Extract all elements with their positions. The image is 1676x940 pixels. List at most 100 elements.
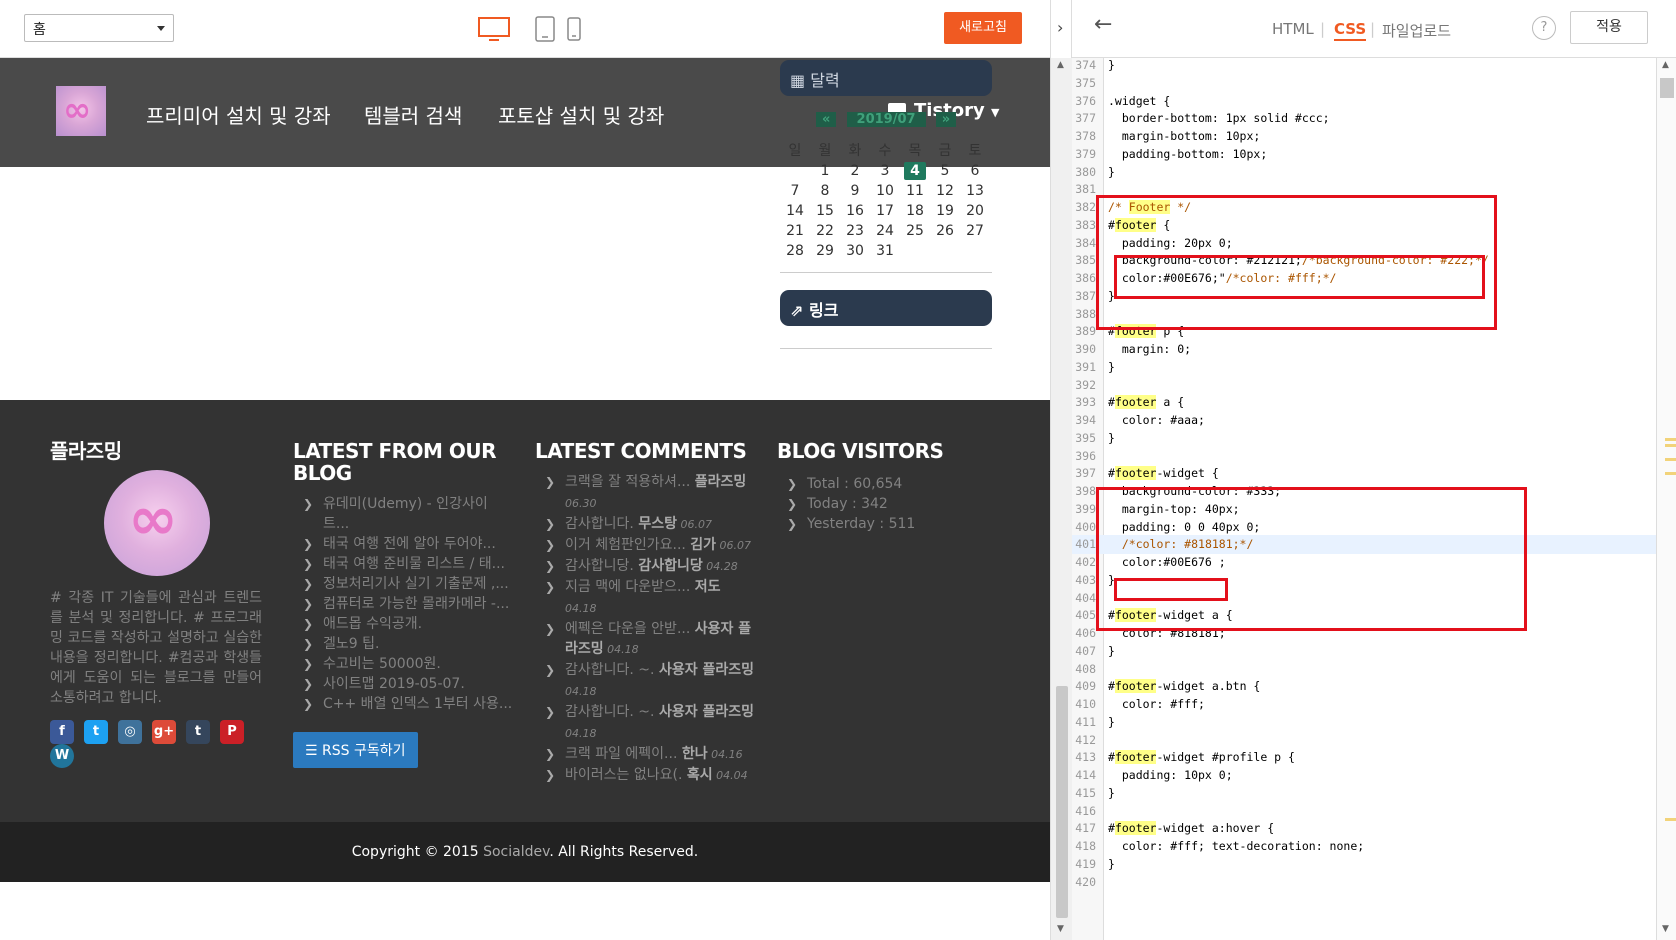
latest-comment-item[interactable]: 크랙을 잘 적용하셔... 플라즈밍 06.30 <box>535 472 755 514</box>
calendar-next-button[interactable]: » <box>935 112 957 127</box>
calendar-day[interactable]: 15 <box>810 202 840 220</box>
back-arrow-icon[interactable]: ← <box>1094 12 1112 37</box>
calendar-day[interactable]: 29 <box>810 242 840 260</box>
pinterest-icon[interactable]: P <box>220 720 244 744</box>
copyright-brand-link[interactable]: Socialdev <box>483 844 549 860</box>
nav-link-photoshop[interactable]: 포토샵 설치 및 강좌 <box>498 100 664 129</box>
calendar-day[interactable]: 1 <box>810 162 840 180</box>
code-line[interactable]: 410 color: #fff; <box>1072 695 1656 714</box>
calendar-day[interactable]: 14 <box>780 202 810 220</box>
nav-link-premiere[interactable]: 프리미어 설치 및 강좌 <box>146 100 331 129</box>
code-line[interactable]: 391} <box>1072 358 1656 377</box>
latest-blog-item[interactable]: 겔노9 팁. <box>293 634 513 654</box>
latest-blog-item[interactable]: 태국 여행 준비물 리스트 / 태... <box>293 554 513 574</box>
desktop-view-icon[interactable] <box>478 16 510 42</box>
preview-scrollbar[interactable]: ▲ ▼ <box>1050 58 1072 940</box>
calendar-day[interactable]: 8 <box>810 182 840 200</box>
calendar-day[interactable]: 23 <box>840 222 870 240</box>
code-scrollbar-thumb[interactable] <box>1660 78 1674 98</box>
calendar-day[interactable]: 21 <box>780 222 810 240</box>
latest-comment-item[interactable]: 이거 체험판인가요... 김가 06.07 <box>535 535 755 556</box>
latest-comment-item[interactable]: 감사합니다. ~. 사용자 플라즈밍 04.18 <box>535 660 755 702</box>
calendar-day[interactable]: 16 <box>840 202 870 220</box>
calendar-day[interactable]: 13 <box>960 182 990 200</box>
code-line[interactable]: 418 color: #fff; text-decoration: none; <box>1072 837 1656 856</box>
latest-blog-item[interactable]: 사이트맵 2019-05-07. <box>293 674 513 694</box>
latest-comment-item[interactable]: 감사합니다. ~. 사용자 플라즈밍 04.18 <box>535 702 755 744</box>
code-scrollbar[interactable]: ▲ ▼ <box>1656 58 1676 940</box>
calendar-day[interactable]: 7 <box>780 182 810 200</box>
calendar-day[interactable]: 30 <box>840 242 870 260</box>
code-line[interactable]: 416 <box>1072 802 1656 821</box>
code-line[interactable]: 420 <box>1072 873 1656 892</box>
code-line[interactable]: 380} <box>1072 163 1656 182</box>
tab-html[interactable]: HTML <box>1272 20 1314 38</box>
latest-blog-item[interactable]: C++ 배열 인덱스 1부터 사용... <box>293 694 513 714</box>
code-line[interactable]: 417 #footer-widget a:hover { <box>1072 819 1656 838</box>
calendar-day[interactable]: 11 <box>900 182 930 200</box>
calendar-day[interactable]: 9 <box>840 182 870 200</box>
twitter-icon[interactable]: t <box>84 720 108 744</box>
google-plus-icon[interactable]: g+ <box>152 720 176 744</box>
calendar-day[interactable]: 12 <box>930 182 960 200</box>
calendar-day[interactable]: 25 <box>900 222 930 240</box>
tab-file-upload[interactable]: 파일업로드 <box>1382 20 1451 41</box>
tablet-view-icon[interactable] <box>534 16 556 42</box>
code-line[interactable]: 397 #footer-widget { <box>1072 464 1656 483</box>
refresh-button[interactable]: 새로고침 <box>944 12 1022 44</box>
latest-blog-item[interactable]: 정보처리기사 실기 기출문제 ,... <box>293 574 513 594</box>
link-widget-header[interactable]: ⇗ 링크 <box>780 290 992 326</box>
calendar-day[interactable]: 27 <box>960 222 990 240</box>
calendar-day[interactable]: 3 <box>870 162 900 180</box>
code-line[interactable]: 409 #footer-widget a.btn { <box>1072 677 1656 696</box>
help-button[interactable]: ? <box>1532 16 1556 40</box>
code-line[interactable]: 393 #footer a { <box>1072 393 1656 412</box>
facebook-icon[interactable]: f <box>50 720 74 744</box>
latest-blog-item[interactable]: 애드몹 수익공개. <box>293 614 513 634</box>
preview-scrollbar-thumb[interactable] <box>1056 686 1068 918</box>
code-line[interactable]: 392 <box>1072 376 1656 395</box>
instagram-icon[interactable]: ◎ <box>118 720 142 744</box>
latest-comment-item[interactable]: 감사합니다. 무스탕 06.07 <box>535 514 755 535</box>
calendar-day[interactable]: 18 <box>900 202 930 220</box>
latest-comment-item[interactable]: 에펙은 다운을 안받... 사용자 플라즈밍 04.18 <box>535 619 755 660</box>
rss-subscribe-button[interactable]: ☰ RSS 구독하기 <box>293 732 418 768</box>
code-line[interactable]: 414 padding: 10px 0; <box>1072 766 1656 785</box>
code-line[interactable]: 379 padding-bottom: 10px; <box>1072 145 1656 164</box>
latest-blog-item[interactable]: 태국 여행 전에 알아 두어야... <box>293 534 513 554</box>
code-line[interactable]: 415} <box>1072 784 1656 803</box>
calendar-day[interactable]: 5 <box>930 162 960 180</box>
tumblr-icon[interactable]: t <box>186 720 210 744</box>
latest-comment-item[interactable]: 감사합니당. 감사합니당 04.28 <box>535 556 755 577</box>
code-line[interactable]: 411} <box>1072 713 1656 732</box>
code-line[interactable]: 374} <box>1072 58 1656 75</box>
calendar-day[interactable]: 22 <box>810 222 840 240</box>
calendar-day[interactable]: 28 <box>780 242 810 260</box>
tab-css[interactable]: CSS <box>1334 20 1367 41</box>
calendar-day-today[interactable]: 4 <box>904 162 926 180</box>
code-line[interactable]: 390 margin: 0; <box>1072 340 1656 359</box>
code-line[interactable]: 407} <box>1072 642 1656 661</box>
calendar-day[interactable]: 6 <box>960 162 990 180</box>
calendar-day[interactable]: 10 <box>870 182 900 200</box>
nav-link-tumblr[interactable]: 템블러 검색 <box>364 100 462 129</box>
calendar-day[interactable]: 2 <box>840 162 870 180</box>
page-select[interactable]: 홈 <box>24 14 174 42</box>
latest-blog-item[interactable]: 컴퓨터로 가능한 몰래카메라 -... <box>293 594 513 614</box>
apply-button[interactable]: 적용 <box>1570 11 1648 44</box>
calendar-day[interactable]: 26 <box>930 222 960 240</box>
latest-comment-item[interactable]: 크랙 파일 에펙이... 한나 04.16 <box>535 744 755 765</box>
mobile-view-icon[interactable] <box>566 16 582 42</box>
code-line[interactable]: 408 <box>1072 660 1656 679</box>
code-line[interactable]: 395} <box>1072 429 1656 448</box>
latest-comment-item[interactable]: 바이러스는 없나요(. 혹시 04.04 <box>535 765 755 786</box>
code-line[interactable]: 396 <box>1072 447 1656 466</box>
collapse-panel-button[interactable]: › <box>1050 0 1072 58</box>
code-line[interactable]: 377 border-bottom: 1px solid #ccc; <box>1072 109 1656 128</box>
latest-blog-item[interactable]: 유데미(Udemy) - 인강사이트... <box>293 494 513 534</box>
calendar-prev-button[interactable]: « <box>816 112 837 127</box>
calendar-day[interactable]: 19 <box>930 202 960 220</box>
latest-blog-item[interactable]: 수고비는 50000원. <box>293 654 513 674</box>
calendar-widget-header[interactable]: ▦ 달력 <box>780 60 992 96</box>
calendar-day[interactable]: 24 <box>870 222 900 240</box>
